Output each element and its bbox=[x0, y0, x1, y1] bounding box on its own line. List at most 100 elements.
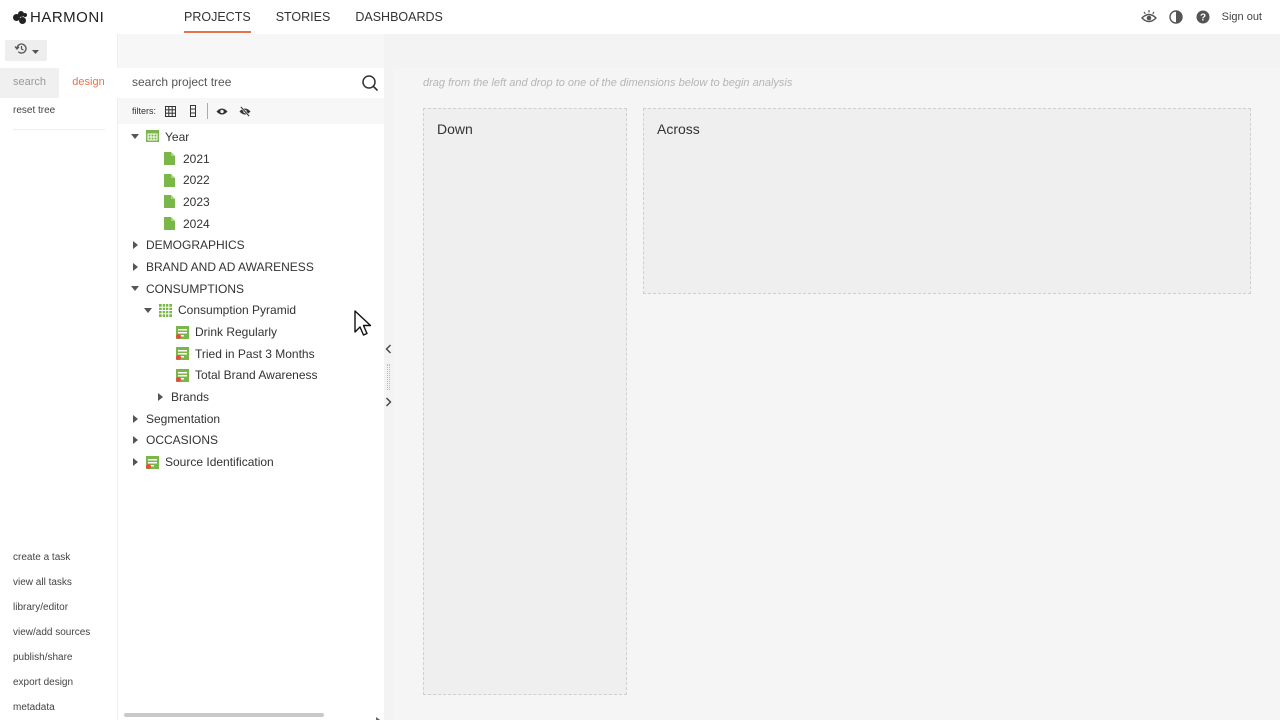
scroll-right-arrow-icon[interactable] bbox=[376, 711, 381, 720]
library-editor-link[interactable]: library/editor bbox=[0, 594, 118, 619]
tree-node-label: OCCASIONS bbox=[146, 433, 219, 448]
show-hidden-eye-icon[interactable] bbox=[216, 105, 228, 117]
canvas-header bbox=[393, 34, 1280, 68]
file-icon bbox=[164, 195, 177, 209]
caret-down-icon[interactable] bbox=[130, 284, 140, 294]
rail-tabs: search design bbox=[0, 68, 118, 98]
tree-node-label: Consumption Pyramid bbox=[178, 303, 297, 318]
filters-label: filters: bbox=[132, 106, 157, 116]
help-icon[interactable]: ? bbox=[1195, 9, 1211, 25]
tree-node-total-brand-awareness[interactable]: Total Brand Awareness bbox=[118, 365, 384, 387]
column-filter-icon[interactable] bbox=[187, 105, 199, 117]
analysis-canvas: drag from the left and drop to one of th… bbox=[393, 34, 1280, 720]
drag-handle-icon[interactable] bbox=[387, 364, 390, 390]
tree-search bbox=[118, 68, 384, 98]
create-task-link[interactable]: create a task bbox=[0, 544, 118, 569]
collapse-left-icon[interactable] bbox=[385, 344, 392, 356]
top-bar: HARMONI PROJECTS STORIES DASHBOARDS ? Si… bbox=[0, 0, 1280, 34]
sign-out-link[interactable]: Sign out bbox=[1222, 11, 1262, 23]
history-icon bbox=[13, 42, 28, 60]
nav-stories[interactable]: STORIES bbox=[276, 0, 331, 34]
publish-share-link[interactable]: publish/share bbox=[0, 644, 118, 669]
tree-node-2024[interactable]: 2024 bbox=[118, 213, 384, 235]
caret-right-icon[interactable] bbox=[130, 457, 140, 467]
metadata-link[interactable]: metadata bbox=[0, 694, 118, 719]
history-dropdown-button[interactable] bbox=[5, 40, 47, 61]
tree-node-2021[interactable]: 2021 bbox=[118, 148, 384, 170]
tree-node-brands[interactable]: Brands bbox=[118, 386, 384, 408]
tree-node-occasions[interactable]: OCCASIONS bbox=[118, 430, 384, 452]
left-rail: search design reset tree create a task v… bbox=[0, 34, 118, 720]
tree-node-label: DEMOGRAPHICS bbox=[146, 238, 245, 253]
grid-filter-icon[interactable] bbox=[164, 105, 176, 117]
caret-right-icon[interactable] bbox=[130, 435, 140, 445]
tree-node-label: Source Identification bbox=[165, 455, 274, 470]
divider bbox=[13, 129, 105, 130]
logo-mark-icon bbox=[13, 10, 28, 24]
harmoni-logo[interactable]: HARMONI bbox=[13, 8, 105, 26]
hide-eye-slash-icon[interactable] bbox=[239, 105, 251, 117]
scrollbar-thumb[interactable] bbox=[124, 713, 324, 717]
caret-right-icon[interactable] bbox=[130, 414, 140, 424]
caret-down-icon[interactable] bbox=[143, 305, 153, 315]
nav-dashboards[interactable]: DASHBOARDS bbox=[355, 0, 443, 34]
tree-node-label: 2023 bbox=[183, 194, 210, 209]
nav-projects[interactable]: PROJECTS bbox=[184, 0, 251, 34]
svg-text:?: ? bbox=[1200, 13, 1206, 24]
expand-right-icon[interactable] bbox=[385, 397, 392, 409]
variable-icon bbox=[176, 347, 189, 361]
tree-node-drink-regularly[interactable]: Drink Regularly bbox=[118, 321, 384, 343]
tree-node-consumption-pyramid[interactable]: Consumption Pyramid bbox=[118, 300, 384, 322]
view-add-sources-link[interactable]: view/add sources bbox=[0, 619, 118, 644]
tree-node-brand-ad-awareness[interactable]: BRAND AND AD AWARENESS bbox=[118, 256, 384, 278]
tree-node-label: Tried in Past 3 Months bbox=[195, 346, 315, 361]
project-tree-panel: filters: bbox=[118, 34, 384, 720]
tree-node-source-identification[interactable]: Source Identification bbox=[118, 451, 384, 473]
tree-horizontal-scrollbar[interactable] bbox=[118, 711, 384, 720]
tab-design[interactable]: design bbox=[59, 68, 118, 98]
grid-icon bbox=[159, 303, 172, 317]
panel-splitter[interactable] bbox=[384, 34, 393, 720]
caret-right-icon[interactable] bbox=[130, 240, 140, 250]
tree-node-label: 2021 bbox=[183, 151, 210, 166]
tree-node-consumptions[interactable]: CONSUMPTIONS bbox=[118, 278, 384, 300]
export-design-link[interactable]: export design bbox=[0, 669, 118, 694]
tree-panel-header bbox=[118, 34, 384, 68]
caret-right-icon[interactable] bbox=[130, 262, 140, 272]
down-drop-zone[interactable]: Down bbox=[423, 108, 627, 695]
caret-right-icon[interactable] bbox=[155, 392, 165, 402]
tree-search-input[interactable] bbox=[132, 75, 352, 89]
view-all-tasks-link[interactable]: view all tasks bbox=[0, 569, 118, 594]
tree-node-label: 2024 bbox=[183, 216, 210, 231]
file-icon bbox=[164, 173, 177, 187]
variable-icon bbox=[146, 455, 159, 469]
search-icon[interactable] bbox=[361, 74, 379, 92]
tree-node-label: BRAND AND AD AWARENESS bbox=[146, 259, 314, 274]
mouse-pointer-icon bbox=[354, 310, 374, 338]
tree-node-2023[interactable]: 2023 bbox=[118, 191, 384, 213]
tab-search[interactable]: search bbox=[0, 68, 59, 98]
reset-tree-link[interactable]: reset tree bbox=[13, 105, 55, 116]
tree-node-2022[interactable]: 2022 bbox=[118, 169, 384, 191]
divider bbox=[207, 103, 209, 119]
tree-node-label: Drink Regularly bbox=[195, 325, 278, 340]
brand-name: HARMONI bbox=[30, 8, 105, 26]
tree-node-segmentation[interactable]: Segmentation bbox=[118, 408, 384, 430]
tree-node-label: Total Brand Awareness bbox=[195, 368, 318, 383]
across-label: Across bbox=[657, 121, 700, 137]
caret-down-icon[interactable] bbox=[130, 132, 140, 142]
eye-icon[interactable] bbox=[1140, 9, 1157, 25]
rail-links: create a task view all tasks library/edi… bbox=[0, 544, 118, 719]
main-nav: PROJECTS STORIES DASHBOARDS bbox=[184, 0, 468, 34]
file-icon bbox=[164, 152, 177, 166]
tree-node-demographics[interactable]: DEMOGRAPHICS bbox=[118, 234, 384, 256]
tree-node-tried-past-3-months[interactable]: Tried in Past 3 Months bbox=[118, 343, 384, 365]
variable-icon bbox=[176, 368, 189, 382]
tree-node-label: Brands bbox=[171, 390, 210, 405]
contrast-icon[interactable] bbox=[1168, 9, 1184, 25]
tree-node-year[interactable]: Year bbox=[118, 126, 384, 148]
tree-node-label: Year bbox=[165, 129, 190, 144]
chevron-down-icon bbox=[31, 42, 39, 60]
calendar-icon bbox=[146, 130, 159, 143]
across-drop-zone[interactable]: Across bbox=[643, 108, 1251, 294]
